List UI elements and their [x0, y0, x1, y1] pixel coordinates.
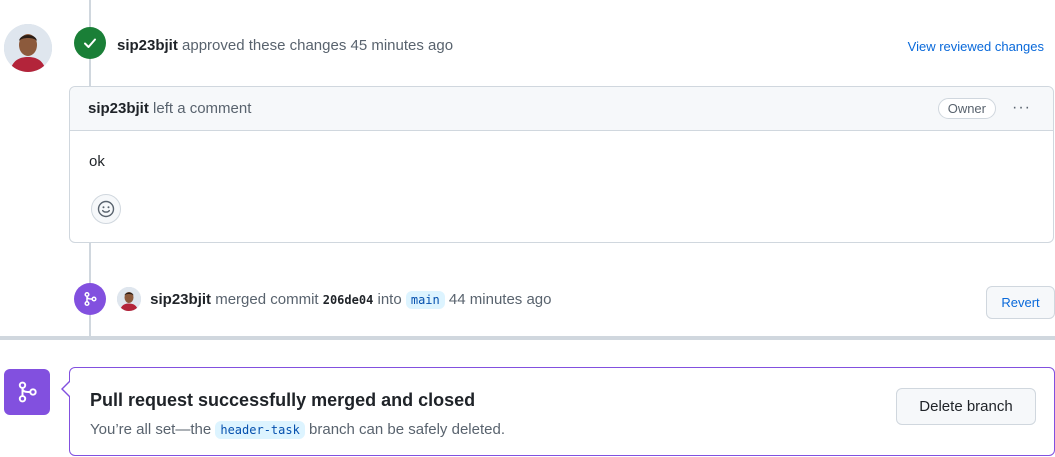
avatar[interactable]	[4, 24, 52, 72]
timeline-line	[89, 59, 91, 87]
owner-badge: Owner	[937, 98, 996, 119]
merge-event: sip23bjit merged commit 206de04 into mai…	[117, 287, 552, 312]
timeline-divider	[0, 336, 1055, 340]
revert-button[interactable]: Revert	[986, 286, 1055, 319]
merge-into-text: into	[377, 290, 402, 308]
merge-desc-suffix: branch can be safely deleted.	[309, 421, 505, 438]
view-reviewed-changes-link[interactable]: View reviewed changes	[908, 39, 1044, 54]
panel-caret-inner	[63, 382, 70, 396]
merge-time[interactable]: 44 minutes ago	[449, 291, 552, 308]
review-action: approved these changes 45 minutes ago	[182, 37, 454, 54]
review-comment: sip23bjit left a comment Owner ··· ok	[69, 86, 1054, 243]
merge-author[interactable]: sip23bjit	[150, 291, 211, 308]
git-merge-icon	[4, 369, 50, 415]
merge-status-description: You’re all set—the header-task branch ca…	[90, 421, 505, 439]
merge-text: merged commit	[215, 290, 319, 308]
merge-desc-prefix: You’re all set—the	[90, 421, 212, 438]
git-merge-icon	[74, 283, 106, 315]
avatar-image	[117, 287, 141, 311]
comment-author-line: sip23bjit left a comment	[88, 100, 251, 117]
review-author[interactable]: sip23bjit	[117, 37, 178, 54]
delete-branch-button[interactable]: Delete branch	[896, 388, 1036, 425]
source-branch[interactable]: header-task	[215, 421, 305, 439]
merge-status-title: Pull request successfully merged and clo…	[90, 390, 476, 410]
comment-author[interactable]: sip23bjit	[88, 100, 149, 117]
comment-action: left a comment	[153, 100, 252, 117]
comment-header: sip23bjit left a comment Owner ···	[70, 87, 1053, 131]
timeline-line	[89, 0, 91, 28]
comment-body: ok	[89, 153, 105, 170]
review-event: sip23bjit approved these changes 45 minu…	[117, 37, 453, 54]
timeline-line	[89, 315, 91, 336]
approved-check-icon	[74, 27, 106, 59]
merge-status-panel: Pull request successfully merged and clo…	[69, 367, 1055, 456]
target-branch[interactable]: main	[405, 290, 445, 309]
add-reaction-button[interactable]	[91, 194, 121, 224]
commit-sha-link[interactable]: 206de04	[323, 293, 374, 307]
smiley-icon	[97, 200, 115, 218]
avatar-image	[4, 24, 52, 72]
comment-options-icon[interactable]: ···	[1012, 98, 1031, 118]
timeline-line	[89, 243, 91, 284]
avatar[interactable]	[117, 287, 141, 311]
